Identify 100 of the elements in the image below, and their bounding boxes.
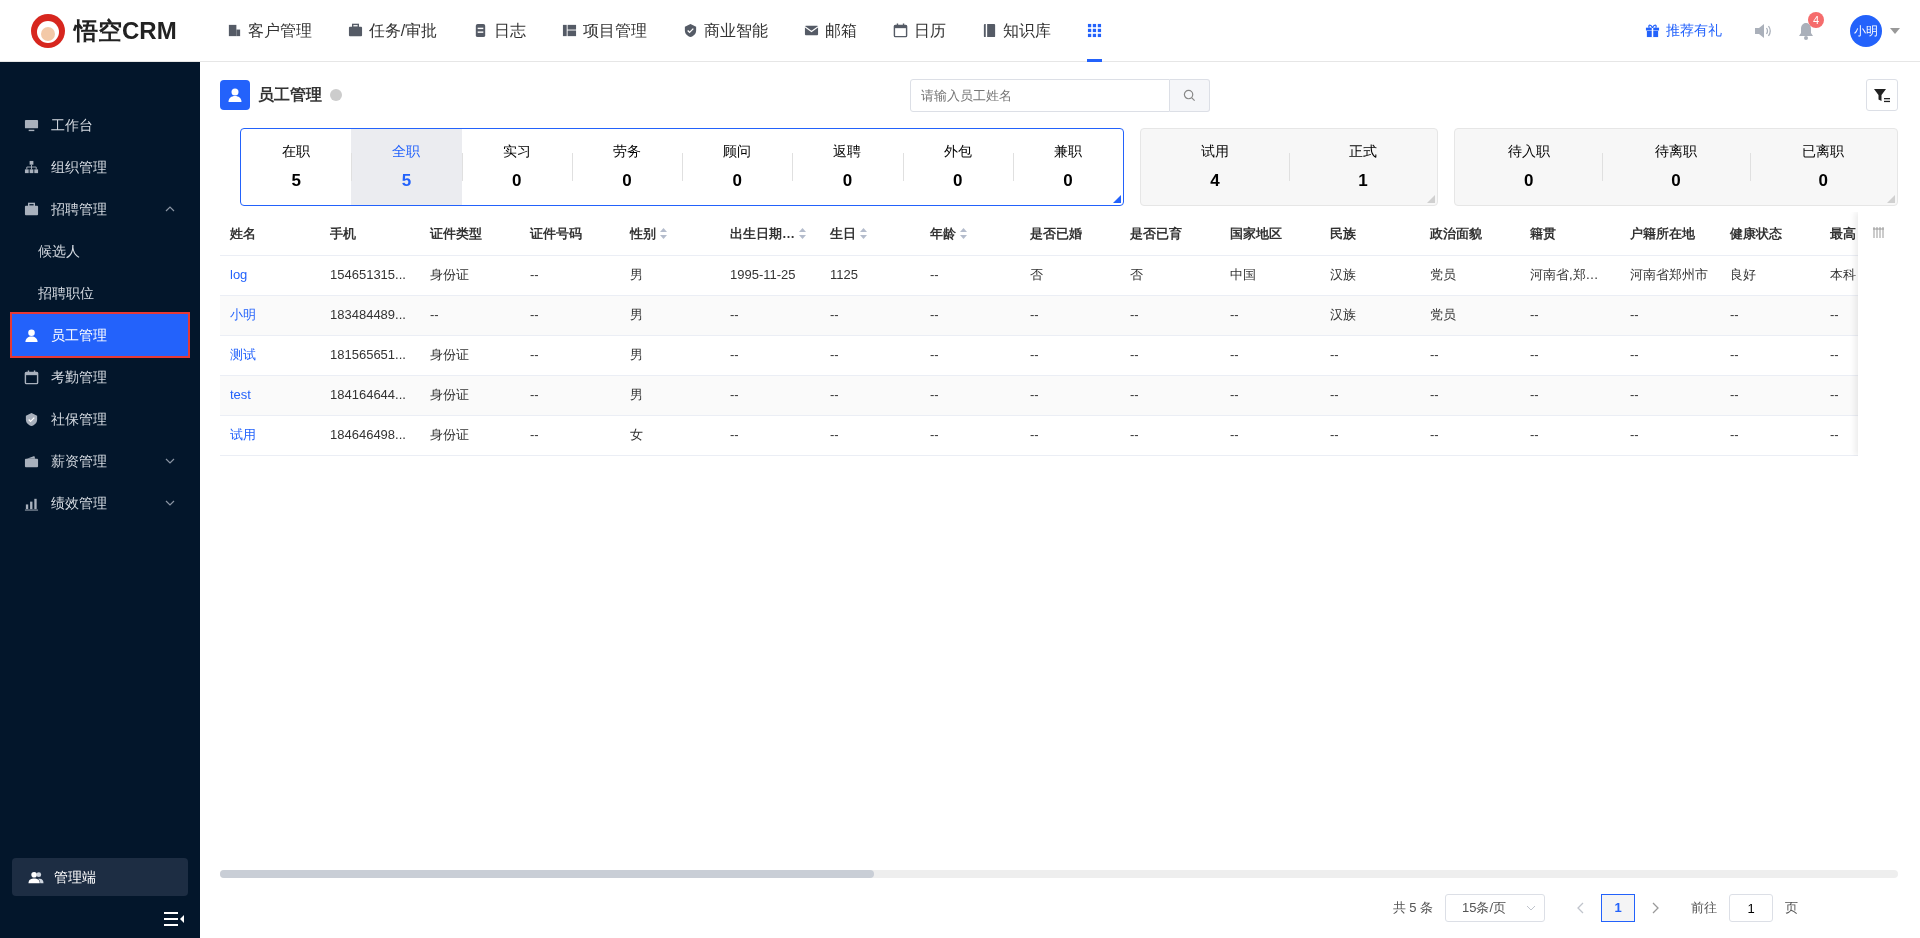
sidebar-item[interactable]: 薪资管理 xyxy=(12,440,188,482)
column-header: 政治面貌 xyxy=(1420,212,1520,255)
nav-tab[interactable]: 知识库 xyxy=(964,0,1070,62)
table-cell: -- xyxy=(1520,295,1620,335)
mail-icon xyxy=(804,23,820,38)
stat-tab[interactable]: 已离职 0 xyxy=(1749,129,1897,205)
user-icon xyxy=(220,80,250,110)
stat-tab[interactable]: 兼职 0 xyxy=(1012,129,1123,205)
table-cell: -- xyxy=(920,335,1020,375)
table-cell: -- xyxy=(1020,375,1120,415)
page-button[interactable]: 1 xyxy=(1601,894,1635,922)
stat-tab[interactable]: 试用 4 xyxy=(1141,129,1289,205)
horizontal-scrollbar[interactable] xyxy=(220,870,1898,878)
nav-tab[interactable]: 任务/审批 xyxy=(329,0,456,62)
stat-tab[interactable]: 待入职 0 xyxy=(1455,129,1603,205)
bell-icon[interactable] xyxy=(1797,21,1814,40)
table-cell: -- xyxy=(820,415,920,455)
table-cell: 身份证 xyxy=(420,335,520,375)
nav-tab[interactable]: 项目管理 xyxy=(544,0,666,62)
sort-icon[interactable] xyxy=(860,227,867,239)
table-cell: 中国 xyxy=(1220,255,1320,295)
search-field[interactable]: 请输入员工姓名 xyxy=(910,78,1170,112)
employee-name-link[interactable]: test xyxy=(230,387,251,403)
stat-tab[interactable]: 返聘 0 xyxy=(792,129,903,205)
table-cell: 女 xyxy=(620,415,720,455)
column-header[interactable]: 生日 xyxy=(820,212,920,255)
table-cell: -- xyxy=(1020,415,1120,455)
column-header: 证件类型 xyxy=(420,212,520,255)
speaker-icon[interactable] xyxy=(1753,22,1772,39)
sort-icon[interactable] xyxy=(960,227,967,239)
employee-name-link[interactable]: 试用 xyxy=(230,427,256,443)
column-header: 健康状态 xyxy=(1720,212,1820,255)
sort-icon[interactable] xyxy=(660,227,667,239)
stat-tab[interactable]: 实习 0 xyxy=(461,129,572,205)
sidebar-subitem[interactable]: 招聘职位 xyxy=(12,272,188,314)
columns-icon[interactable] xyxy=(1872,227,1884,238)
stat-tab[interactable]: 顾问 0 xyxy=(682,129,793,205)
table-cell: -- xyxy=(1120,335,1220,375)
goto-page-field[interactable]: 1 xyxy=(1729,894,1773,922)
nav-tab[interactable]: 商业智能 xyxy=(665,0,787,62)
sidebar-item[interactable]: 工作台 xyxy=(12,104,188,146)
column-header: 户籍所在地 xyxy=(1620,212,1720,255)
shield-icon xyxy=(683,23,699,38)
nav-tab[interactable]: 客户管理 xyxy=(208,0,330,62)
referral-link[interactable]: 推荐有礼 xyxy=(1638,19,1728,42)
table-cell: 男 xyxy=(620,335,720,375)
sidebar-item[interactable]: 社保管理 xyxy=(12,398,188,440)
sidebar-item[interactable]: 招聘管理 xyxy=(12,188,188,230)
table-cell: -- xyxy=(1420,335,1520,375)
sitemap-icon xyxy=(24,159,39,175)
column-header: 国家地区 xyxy=(1220,212,1320,255)
sidebar-item[interactable]: 员工管理 xyxy=(12,314,188,356)
stat-tab[interactable]: 全职 5 xyxy=(351,129,462,205)
status-dot-icon xyxy=(330,89,342,101)
nav-tab[interactable]: 邮箱 xyxy=(786,0,876,62)
table-cell: 154651315... xyxy=(320,255,420,295)
column-header: 民族 xyxy=(1320,212,1420,255)
table-cell: -- xyxy=(1320,375,1420,415)
table-cell: -- xyxy=(720,335,820,375)
employee-name-link[interactable]: log xyxy=(230,267,248,283)
sidebar-item[interactable]: 绩效管理 xyxy=(12,482,188,524)
wallet-icon xyxy=(24,453,39,469)
stat-tab[interactable]: 在职 5 xyxy=(241,129,352,205)
stat-tab[interactable]: 待离职 0 xyxy=(1602,129,1750,205)
table-cell: 否 xyxy=(1020,255,1120,295)
table-cell: 184646498... xyxy=(320,415,420,455)
table-cell: 身份证 xyxy=(420,375,520,415)
stat-tab[interactable]: 外包 0 xyxy=(902,129,1013,205)
nav-tab[interactable]: 日历 xyxy=(875,0,965,62)
collapse-menu-icon[interactable] xyxy=(164,912,184,926)
table-cell: -- xyxy=(1120,375,1220,415)
table-cell: -- xyxy=(920,255,1020,295)
stat-tab[interactable]: 正式 1 xyxy=(1289,129,1437,205)
briefcase-icon xyxy=(347,23,363,38)
caret-icon[interactable] xyxy=(1890,27,1900,34)
page-size-select[interactable]: 15条/页 xyxy=(1445,894,1545,922)
stat-tab[interactable]: 劳务 0 xyxy=(571,129,682,205)
chevron-icon xyxy=(1526,905,1536,911)
table-cell: 河南省,郑… xyxy=(1520,255,1620,295)
filter-icon xyxy=(1874,87,1890,103)
filter-button[interactable] xyxy=(1866,79,1898,111)
admin-button[interactable]: 管理端 xyxy=(12,858,188,896)
sidebar-item[interactable]: 考勤管理 xyxy=(12,356,188,398)
nav-tab[interactable]: 日志 xyxy=(455,0,545,62)
column-header[interactable]: 性别 xyxy=(620,212,720,255)
sort-icon[interactable] xyxy=(799,227,806,239)
table-cell: -- xyxy=(1020,335,1120,375)
column-header: 手机 xyxy=(320,212,420,255)
employee-name-link[interactable]: 测试 xyxy=(230,347,256,363)
search-button[interactable] xyxy=(1170,78,1210,112)
column-header[interactable]: 年龄 xyxy=(920,212,1020,255)
user-avatar[interactable]: 小明 xyxy=(1850,14,1882,47)
total-count: 共 5 条 xyxy=(1392,899,1433,918)
table-cell: -- xyxy=(820,375,920,415)
logo-icon xyxy=(30,12,66,49)
column-header[interactable]: 出生日期… xyxy=(720,212,820,255)
employee-name-link[interactable]: 小明 xyxy=(230,307,256,323)
sidebar-item[interactable]: 组织管理 xyxy=(12,146,188,188)
sidebar-subitem[interactable]: 候选人 xyxy=(12,230,188,272)
table-cell: -- xyxy=(520,375,620,415)
